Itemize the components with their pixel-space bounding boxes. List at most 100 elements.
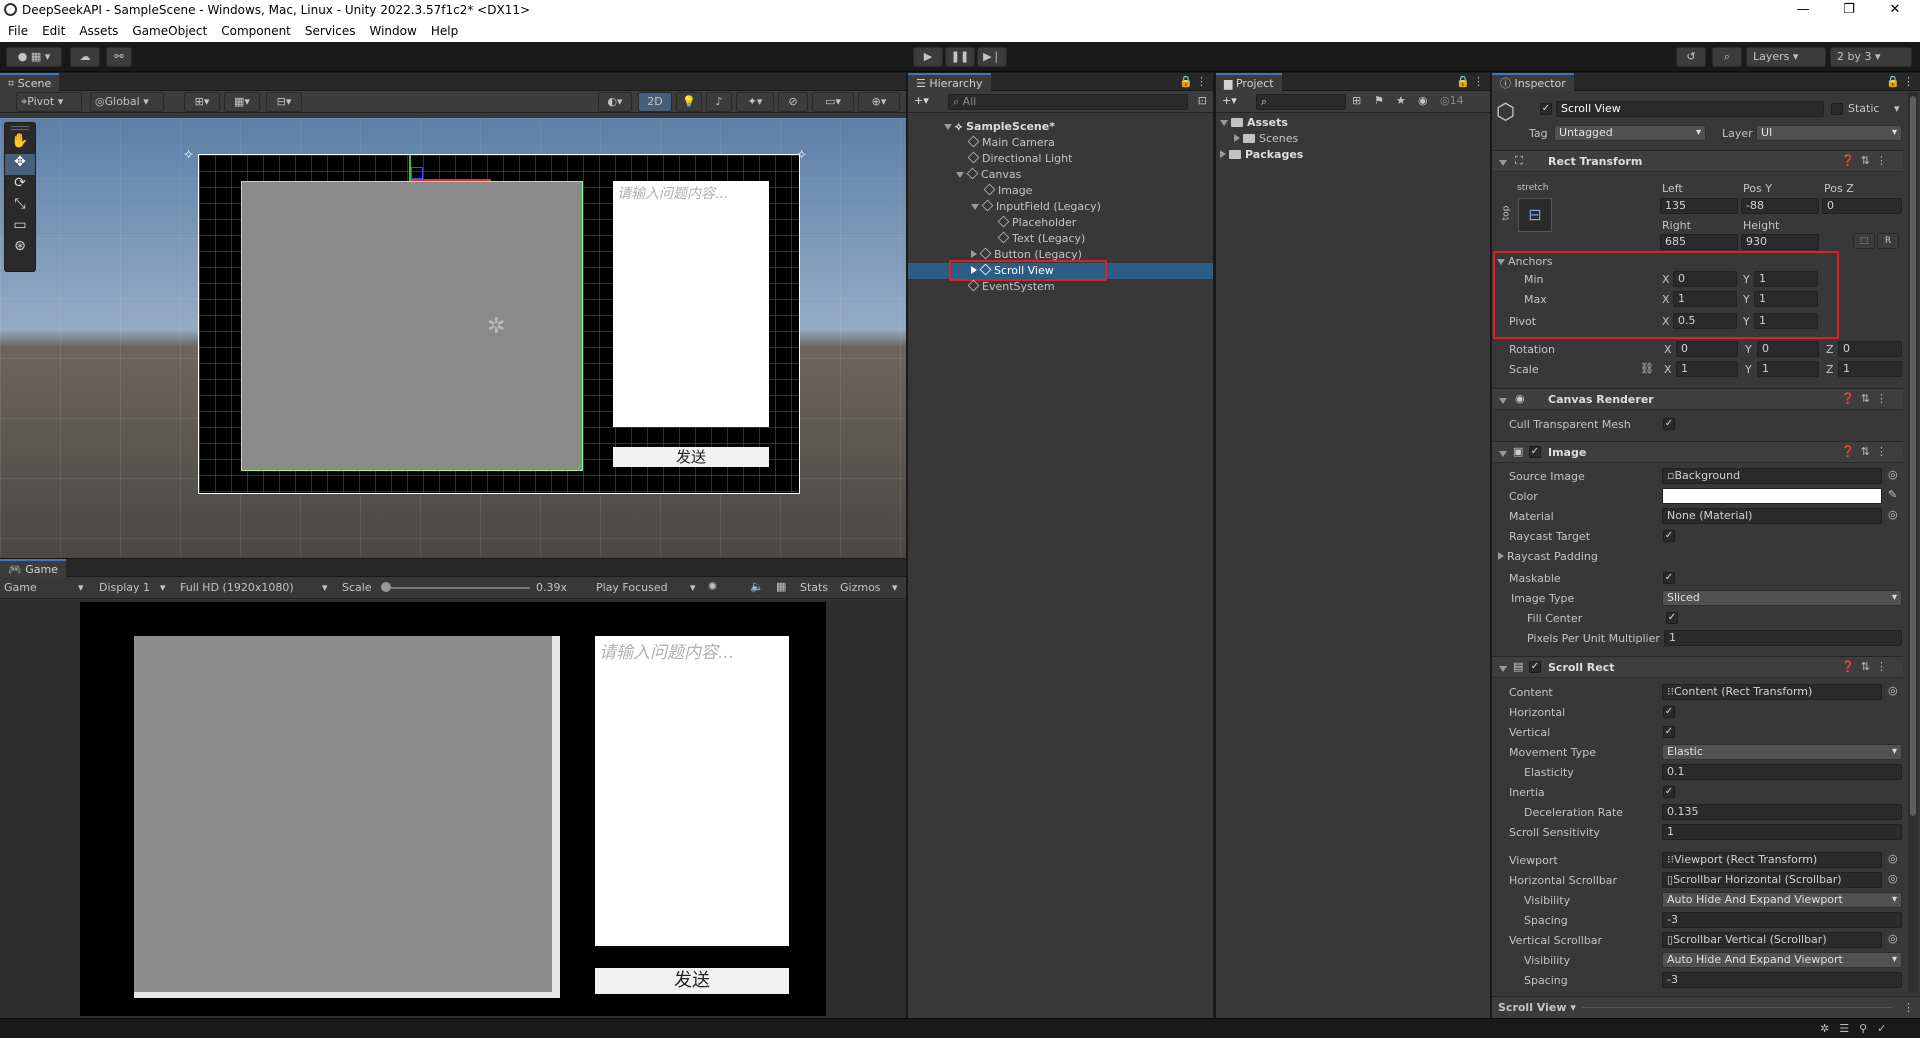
display-dropdown[interactable]: Display 1 — [99, 581, 150, 594]
horizontal-checkbox[interactable]: ✓ — [1663, 706, 1675, 718]
grid-snap-icon[interactable]: ⊞▾ — [184, 92, 220, 112]
pivot-toggle[interactable]: ⌖Pivot ▾ — [16, 92, 82, 112]
mute-audio-icon[interactable]: 🔈 — [750, 580, 764, 593]
favorite-icon[interactable]: ★ — [1396, 94, 1406, 107]
scale-slider-thumb[interactable] — [381, 582, 391, 592]
material-field[interactable]: None (Material) — [1662, 508, 1882, 524]
hscroll-picker-icon[interactable]: ◎ — [1888, 872, 1898, 885]
x-axis-handle[interactable] — [411, 179, 491, 181]
project-item-assets[interactable]: Assets — [1220, 115, 1288, 131]
resolution-dropdown[interactable]: Full HD (1920x1080) — [180, 581, 294, 594]
cloud-icon[interactable]: ☁ — [70, 47, 100, 67]
menu-component[interactable]: Component — [221, 24, 291, 38]
menu-help[interactable]: Help — [431, 24, 458, 38]
raw-edit-button[interactable]: R — [1877, 233, 1899, 249]
hvisibility-dropdown[interactable]: Auto Hide And Expand Viewport — [1662, 892, 1902, 908]
shading-icon[interactable]: ◐▾ — [598, 92, 632, 112]
hierarchy-search-input[interactable]: ⌕ All — [948, 94, 1188, 110]
hierarchy-item-main-camera[interactable]: Main Camera — [967, 135, 1055, 151]
maskable-checkbox[interactable]: ✓ — [1663, 572, 1675, 584]
minimize-button[interactable]: — — [1780, 0, 1826, 20]
inspector-kebab-icon[interactable]: ⋮ — [1903, 75, 1914, 88]
game-scroll-view[interactable] — [134, 636, 560, 998]
object-name-field[interactable]: Scroll View — [1556, 101, 1824, 117]
lock-icon[interactable]: 🔒 — [1179, 75, 1193, 88]
sensitivity-field[interactable]: 1 — [1662, 824, 1902, 840]
tab-project[interactable]: ▆ Project — [1216, 73, 1282, 91]
filter-icon[interactable]: ◉ — [1418, 94, 1428, 107]
vspacing-field[interactable]: -3 — [1662, 972, 1902, 988]
menu-gameobject[interactable]: GameObject — [132, 24, 207, 38]
raycast-padding-foldout[interactable]: Raycast Padding — [1498, 550, 1598, 563]
fill-center-checkbox[interactable]: ✓ — [1666, 612, 1678, 624]
vscroll-picker-icon[interactable]: ◎ — [1888, 932, 1898, 945]
inspector-scrollbar[interactable] — [1908, 92, 1918, 992]
hscroll-field[interactable]: ▯Scrollbar Horizontal (Scrollbar) — [1662, 872, 1882, 888]
close-button[interactable]: ✕ — [1872, 0, 1918, 20]
right-field[interactable]: 685 — [1660, 234, 1738, 250]
search-icon[interactable]: ⌕ — [1712, 47, 1742, 67]
component-actions-sr[interactable]: ❓⇅⋮ — [1841, 660, 1893, 673]
image-enabled-checkbox[interactable]: ✓ — [1529, 446, 1541, 458]
scroll-rect-enabled-checkbox[interactable]: ✓ — [1529, 661, 1541, 673]
scale-z[interactable]: 1 — [1838, 361, 1902, 377]
image-header[interactable]: ▣ ✓ Image ❓⇅⋮ — [1493, 441, 1903, 463]
history-icon[interactable]: ↺ — [1676, 47, 1706, 67]
2d-toggle[interactable]: 2D — [638, 92, 672, 112]
footer-resize-handle[interactable] — [1582, 1007, 1892, 1008]
debug-icon[interactable]: ✺ — [708, 580, 717, 593]
scale-slider[interactable] — [384, 587, 530, 589]
scale-y[interactable]: 1 — [1757, 361, 1819, 377]
search-by-type-icon[interactable]: ⊞ — [1352, 94, 1361, 107]
left-field[interactable]: 135 — [1660, 198, 1738, 214]
global-toggle[interactable]: ◎Global ▾ — [90, 92, 164, 112]
rotation-x[interactable]: 0 — [1676, 341, 1738, 357]
account-button[interactable]: ● ▦ ▾ — [6, 47, 62, 67]
raycast-target-checkbox[interactable]: ✓ — [1663, 530, 1675, 542]
input-field-rect[interactable]: 请输入问题内容... — [613, 181, 769, 427]
game-input-field[interactable]: 请输入问题内容... — [595, 636, 789, 946]
content-field[interactable]: ⁝⁝Content (Rect Transform) — [1662, 684, 1882, 700]
rect-tool-icon[interactable]: ▭ — [5, 217, 35, 238]
tab-game[interactable]: 🎮 Game — [0, 559, 66, 577]
rect-transform-header[interactable]: ⛶ Rect Transform ❓⇅⋮ — [1493, 150, 1903, 172]
project-item-packages[interactable]: Packages — [1220, 147, 1303, 163]
project-item-scenes[interactable]: Scenes — [1234, 131, 1298, 147]
source-image-field[interactable]: ▫Background — [1662, 468, 1882, 484]
vvisibility-dropdown[interactable]: Auto Hide And Expand Viewport — [1662, 952, 1902, 968]
object-picker-icon[interactable]: ◎ — [1888, 468, 1898, 481]
scene-viewport[interactable]: 请输入问题内容... 发送 ⟡ ⟡ ✲ — [0, 118, 906, 558]
scale-x[interactable]: 1 — [1676, 361, 1738, 377]
inspector-lock-icon[interactable]: 🔒 — [1886, 75, 1900, 88]
anchor-presets-button[interactable]: ⊟ — [1518, 198, 1552, 232]
audio-icon[interactable]: ♪ — [706, 92, 732, 112]
frame-debug-icon[interactable]: ▦ — [776, 580, 786, 593]
tab-hierarchy[interactable]: ☰ Hierarchy — [908, 73, 991, 91]
menu-edit[interactable]: Edit — [42, 24, 65, 38]
elasticity-field[interactable]: 0.1 — [1662, 764, 1902, 780]
material-picker-icon[interactable]: ◎ — [1888, 508, 1898, 521]
active-checkbox[interactable]: ✓ — [1540, 103, 1552, 115]
posy-field[interactable]: -88 — [1741, 198, 1819, 214]
anchor-handle-icon-right[interactable]: ⟡ — [797, 146, 806, 162]
hierarchy-item-image[interactable]: Image — [983, 183, 1032, 199]
hierarchy-item-text[interactable]: Text (Legacy) — [997, 231, 1085, 247]
scene-root[interactable]: ⟡ SampleScene* — [944, 119, 1055, 135]
hidden-objects-icon[interactable]: ⊘ — [778, 92, 808, 112]
viewport-field[interactable]: ⁝⁝Viewport (Rect Transform) — [1662, 852, 1882, 868]
increment-snap-icon[interactable]: ⊟▾ — [266, 92, 302, 112]
menu-file[interactable]: File — [8, 24, 28, 38]
constrain-proportions-icon[interactable]: ⛓ — [1640, 362, 1654, 375]
search-filter-icon[interactable]: ⊡ — [1198, 94, 1207, 107]
static-checkbox[interactable] — [1831, 103, 1843, 115]
project-kebab-icon[interactable]: ⋮ — [1473, 75, 1484, 88]
play-focused-dropdown[interactable]: Play Focused — [596, 581, 668, 594]
hand-tool-icon[interactable]: ✋ — [5, 133, 35, 154]
canvas-renderer-header[interactable]: ◉ Canvas Renderer ❓⇅⋮ — [1493, 388, 1903, 410]
stats-toggle[interactable]: Stats — [800, 581, 828, 594]
tag-dropdown[interactable]: Untagged — [1554, 125, 1706, 141]
game-send-button[interactable]: 发送 — [595, 968, 789, 994]
menu-kebab-icon[interactable]: ⋮ — [1196, 75, 1207, 88]
draw-mode-icon[interactable]: ▭▾ — [812, 92, 854, 112]
project-lock-icon[interactable]: 🔒 — [1456, 75, 1470, 88]
